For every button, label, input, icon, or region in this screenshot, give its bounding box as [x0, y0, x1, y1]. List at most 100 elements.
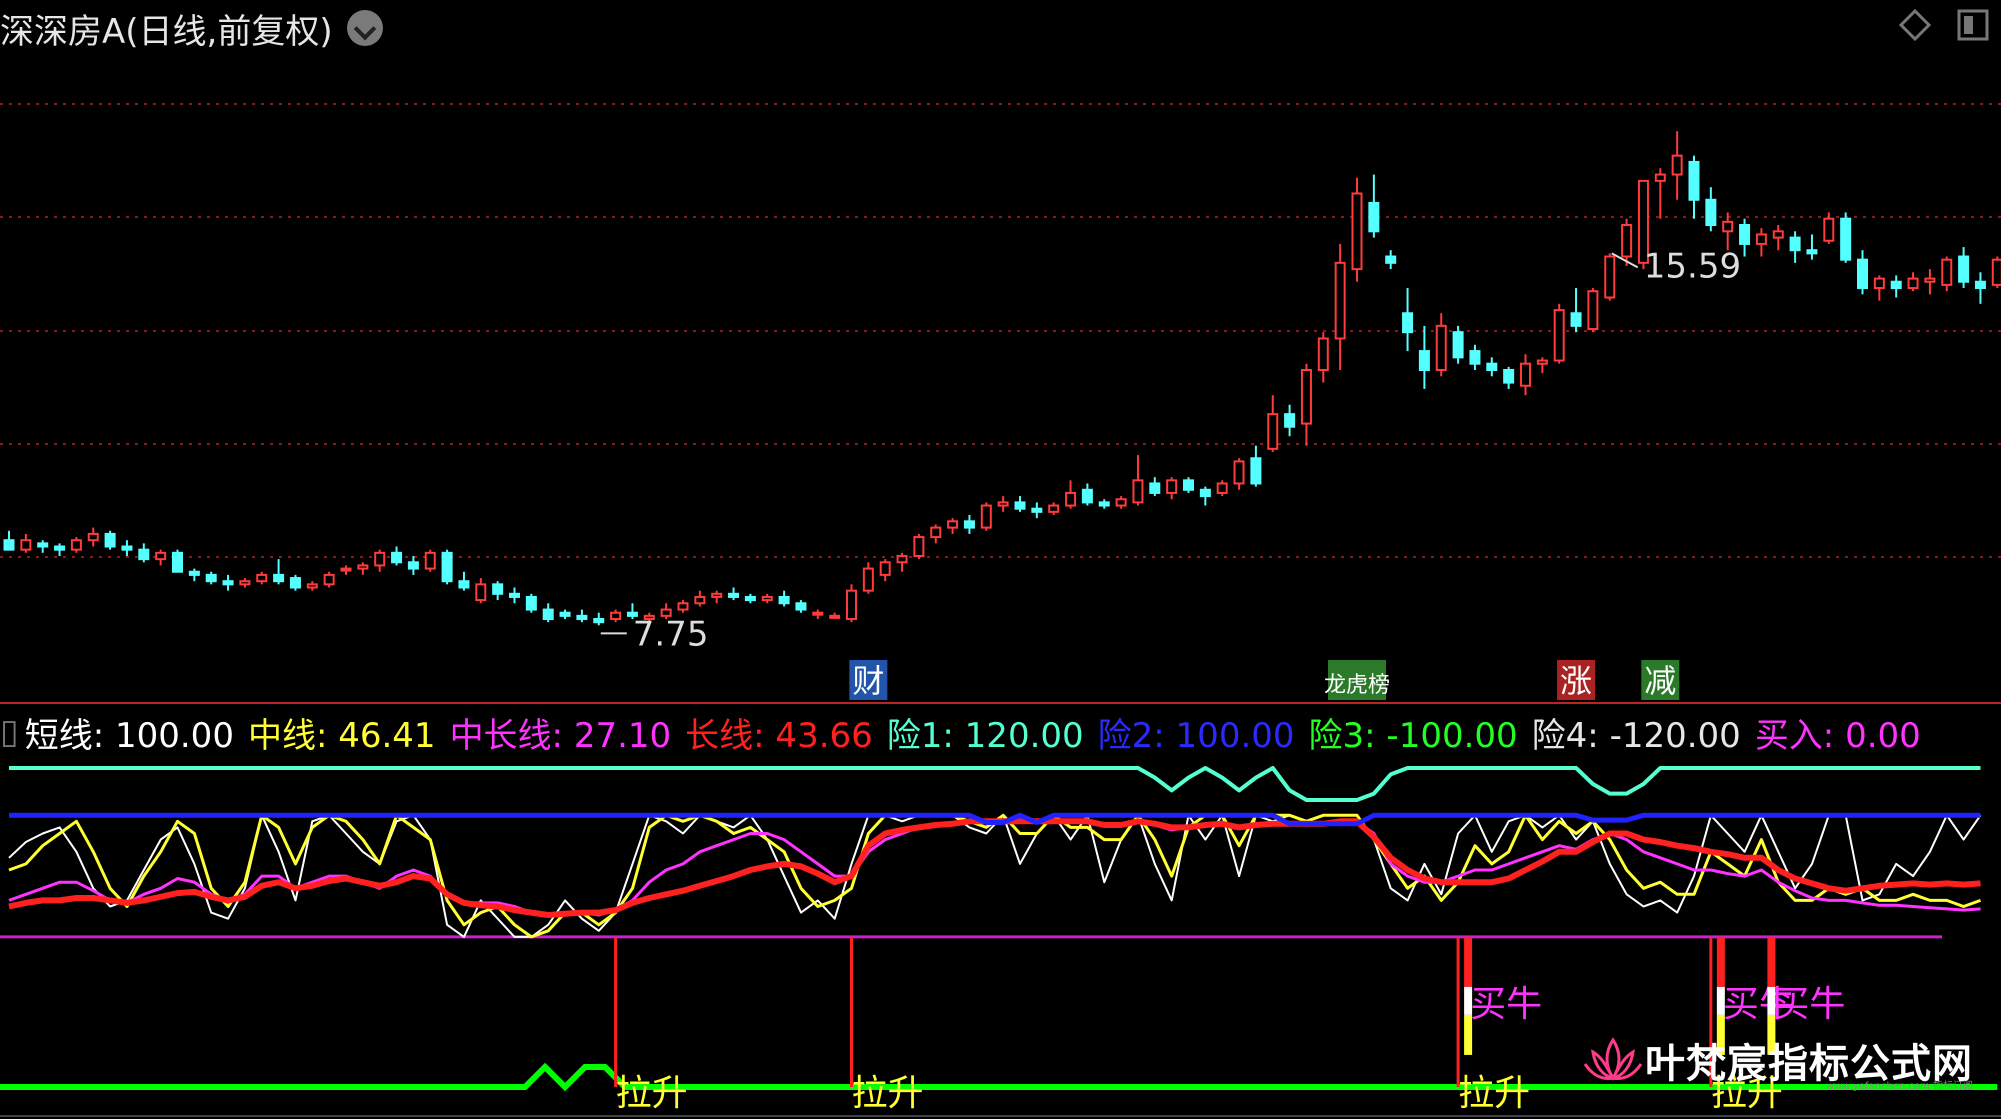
chevron-down-icon[interactable]	[346, 10, 383, 46]
candle-body	[930, 526, 942, 539]
candle-body	[87, 532, 99, 542]
candle	[1183, 477, 1194, 493]
candle	[289, 574, 301, 591]
buy-signal-label: 买牛	[1470, 984, 1542, 1025]
candle-body	[1216, 482, 1228, 494]
candle-body	[795, 602, 807, 611]
candle	[997, 496, 1009, 512]
candle	[1941, 256, 1953, 292]
candle	[1823, 212, 1835, 244]
candle	[37, 540, 49, 553]
candle	[947, 518, 959, 534]
chart-stage: 15.597.75 财龙虎榜涨减 拉升 拉升 拉升 拉升买牛 买牛买牛	[0, 103, 2001, 1117]
candle-body	[205, 573, 217, 583]
label-buy: 买入: 0.00	[1754, 715, 1921, 756]
candle-body	[1941, 258, 1953, 286]
candle	[1014, 496, 1026, 512]
candle	[1048, 502, 1060, 515]
candle	[1772, 225, 1784, 251]
candle	[1806, 234, 1818, 260]
candle-body	[1722, 220, 1734, 233]
candle-body	[1166, 479, 1178, 494]
candle	[1671, 131, 1683, 200]
candle-body	[273, 573, 285, 583]
candle-body	[1351, 192, 1363, 271]
candle	[239, 578, 251, 588]
candle-body	[711, 592, 723, 598]
candle-body	[1300, 369, 1312, 425]
candle	[913, 533, 925, 560]
candle-body	[593, 618, 605, 624]
candle-body	[1048, 504, 1060, 513]
candle	[1317, 332, 1329, 383]
candle-body	[222, 580, 234, 586]
candle-body	[407, 561, 419, 570]
series-中长线	[8, 819, 1981, 917]
candle	[70, 537, 82, 553]
candle-body	[913, 536, 925, 557]
candle	[879, 559, 891, 582]
candle	[1149, 477, 1161, 497]
candle-body	[1520, 362, 1531, 387]
candle-body	[1823, 217, 1835, 242]
lift-signal-label: 拉升	[616, 1073, 688, 1114]
candle	[610, 609, 622, 623]
candle-body	[1452, 331, 1464, 359]
lift-signal-label: 拉升	[852, 1073, 924, 1114]
candle	[1452, 325, 1464, 364]
candle	[391, 546, 403, 566]
candle	[1385, 250, 1397, 270]
candle	[1267, 395, 1279, 452]
candle-body	[121, 545, 133, 551]
candle-body	[1671, 154, 1683, 176]
candle	[1789, 231, 1801, 263]
candle-body	[1385, 255, 1397, 264]
series-中线	[8, 813, 1982, 939]
candle-body	[492, 583, 504, 595]
candle-body	[458, 580, 470, 589]
window-icon[interactable]	[1956, 8, 1990, 42]
candle	[1553, 303, 1565, 364]
candle-body	[963, 520, 975, 529]
candle	[1098, 499, 1110, 509]
candle-body	[728, 592, 740, 598]
event-tag-label: 涨	[1560, 662, 1592, 700]
candle-body	[1654, 173, 1666, 182]
candle	[306, 581, 318, 591]
candle-body	[1503, 369, 1515, 384]
label-midlong: 中长线: 27.10	[449, 715, 672, 756]
candle	[1300, 363, 1312, 446]
candle-body	[1772, 230, 1784, 239]
candle-body	[1570, 312, 1582, 327]
candle	[1486, 357, 1498, 377]
candle	[677, 600, 689, 613]
candle-body	[694, 595, 706, 605]
candle-body	[1402, 312, 1414, 334]
candle-body	[1536, 359, 1548, 365]
candle-body	[357, 564, 369, 570]
candle-body	[306, 583, 318, 589]
candle-body	[1991, 258, 2001, 286]
candle-body	[542, 608, 554, 621]
candle	[407, 555, 419, 575]
event-tag: 涨	[1557, 660, 1596, 700]
candle-body	[374, 551, 386, 567]
candle-body	[761, 595, 773, 602]
candle-body	[1267, 413, 1279, 450]
annotation-low-label: 7.75	[633, 614, 709, 654]
candle	[1688, 155, 1700, 219]
candle-body	[1132, 479, 1144, 504]
candle	[357, 562, 369, 575]
legend-edge-mark: ▯	[0, 712, 19, 752]
candle-body	[1435, 324, 1447, 372]
candle-body	[1755, 233, 1767, 245]
candle	[104, 530, 116, 550]
event-tag-label: 龙虎榜	[1324, 673, 1390, 698]
candle-body	[475, 583, 487, 602]
candle	[1520, 354, 1531, 396]
candle-body	[54, 545, 66, 551]
diamond-icon[interactable]	[1898, 8, 1932, 42]
candle	[87, 527, 99, 547]
candle	[896, 552, 908, 572]
candle	[1031, 502, 1043, 519]
